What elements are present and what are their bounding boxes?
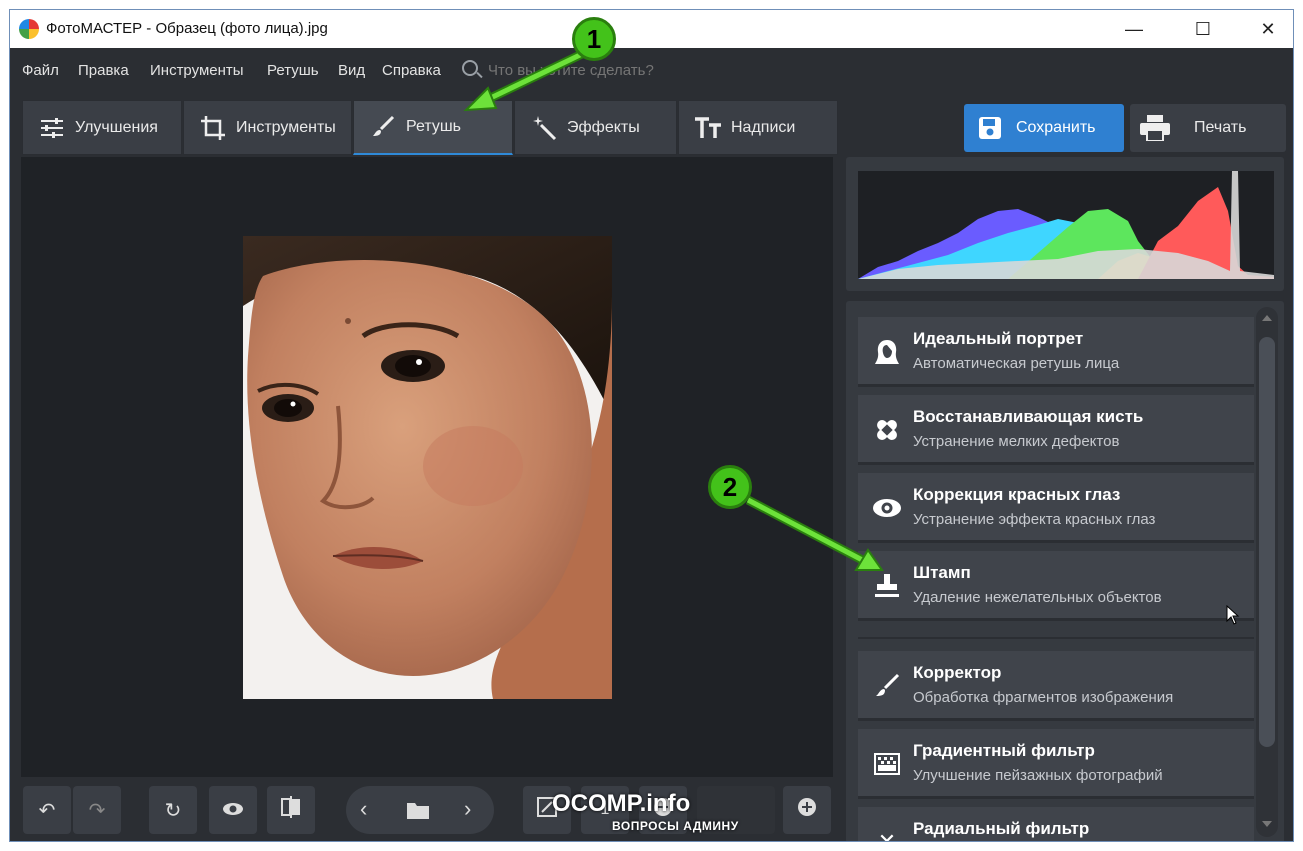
save-label: Сохранить [1016,119,1096,136]
tab-improvements[interactable]: Улучшения [22,100,182,155]
redo-icon: ↷ [88,799,106,822]
tool-subtitle: Устранение мелких дефектов [913,433,1120,450]
portrait-icon [872,337,902,367]
undo-icon: ↶ [38,799,56,822]
tab-tools[interactable]: Инструменты [183,100,352,155]
tab-effects[interactable]: Эффекты [514,100,677,155]
redo-button[interactable]: ↷ [73,786,121,834]
annotation-marker-2: 2 [708,465,752,509]
text-icon [693,116,723,140]
bandage-icon [872,415,902,445]
tool-title: Штамп [913,563,971,582]
radial-icon: ✕ [877,829,897,842]
undo-button[interactable]: ↶ [23,786,71,834]
navigation-group: ‹ › [346,786,494,834]
title-bar: ФотоМАСТЕР - Образец (фото лица).jpg — ☐… [10,10,1293,48]
printer-icon [1140,115,1170,141]
save-icon [978,116,1002,140]
gradient-icon [872,749,902,779]
scroll-thumb[interactable] [1259,337,1275,747]
print-button[interactable]: Печать [1130,104,1286,152]
tool-gradient-filter[interactable]: Градиентный фильтр Улучшение пейзажных ф… [858,729,1254,799]
histogram-panel [846,157,1284,291]
retouch-tools-list: Идеальный портрет Автоматическая ретушь … [846,301,1284,842]
brush-icon [368,115,398,139]
tool-subtitle: Удаление нежелательных объектов [913,589,1162,606]
watermark-logo: OCOMP.info [552,790,691,817]
next-image-button[interactable]: › [464,796,471,822]
tab-captions[interactable]: Надписи [678,100,838,155]
crop-icon [198,115,228,140]
rotate-button[interactable]: ↻ [149,786,197,834]
tool-subtitle: Автоматическая ретушь лица [913,355,1120,372]
menu-tools[interactable]: Инструменты [150,62,244,79]
tool-stamp[interactable]: Штамп Удаление нежелательных объектов [858,551,1254,621]
app-logo-icon [19,19,39,39]
mouse-cursor-icon [1226,604,1240,630]
histogram [858,171,1274,279]
zoom-in-button[interactable] [783,786,831,834]
minimize-button[interactable]: — [1111,10,1157,48]
window-title: ФотоМАСТЕР - Образец (фото лица).jpg [46,20,328,37]
tool-title: Идеальный портрет [913,329,1084,348]
tool-subtitle: Улучшение пейзажных фотографий [913,767,1163,784]
tool-radial-filter[interactable]: ✕ Радиальный фильтр [858,807,1254,842]
menu-retouch[interactable]: Ретушь [267,62,319,79]
tool-corrector[interactable]: Корректор Обработка фрагментов изображен… [858,651,1254,721]
scroll-down-icon[interactable] [1262,821,1272,827]
tool-red-eye[interactable]: Коррекция красных глаз Устранение эффект… [858,473,1254,543]
tab-retouch[interactable]: Ретушь [353,100,513,155]
list-divider [858,637,1254,639]
stamp-icon [872,571,902,601]
prev-image-button[interactable]: ‹ [360,796,367,822]
tab-label: Ретушь [406,118,462,135]
tool-title: Коррекция красных глаз [913,485,1121,504]
photo-canvas[interactable] [21,157,833,777]
tab-label: Эффекты [567,118,640,136]
preview-button[interactable] [209,786,257,834]
compare-icon [281,796,301,824]
menu-edit[interactable]: Правка [78,62,129,79]
tool-title: Градиентный фильтр [913,741,1095,760]
tool-subtitle: Устранение эффекта красных глаз [913,511,1156,528]
folder-icon[interactable] [406,800,430,826]
tab-label: Надписи [731,118,796,136]
save-button[interactable]: Сохранить [964,104,1124,152]
eye-icon [872,493,902,523]
zoom-in-icon [797,797,817,823]
menu-bar: Файл Правка Инструменты Ретушь Вид Справ… [10,48,1293,92]
watermark-subtitle: ВОПРОСЫ АДМИНУ [612,819,739,833]
tab-label: Инструменты [236,118,336,136]
tab-label: Улучшения [75,118,158,136]
portrait-photo [243,236,612,699]
scroll-up-icon[interactable] [1262,315,1272,321]
search-input[interactable] [488,60,688,80]
tool-ideal-portrait[interactable]: Идеальный портрет Автоматическая ретушь … [858,317,1254,387]
tool-healing-brush[interactable]: Восстанавливающая кисть Устранение мелки… [858,395,1254,465]
list-scrollbar[interactable] [1256,307,1278,837]
brush-icon [872,671,902,701]
sliders-icon [37,116,67,140]
tool-title: Радиальный фильтр [913,819,1090,838]
right-panel: Идеальный портрет Автоматическая ретушь … [844,157,1286,842]
menu-view[interactable]: Вид [338,62,365,79]
menu-file[interactable]: Файл [22,62,59,79]
search-icon [462,60,478,76]
compare-button[interactable] [267,786,315,834]
close-button[interactable]: ✕ [1245,10,1291,48]
menu-help[interactable]: Справка [382,62,441,79]
annotation-marker-1: 1 [572,17,616,61]
maximize-button[interactable]: ☐ [1180,10,1226,48]
magic-wand-icon [529,115,559,140]
rotate-icon: ↻ [164,799,182,822]
print-label: Печать [1194,119,1247,136]
app-window: ФотоМАСТЕР - Образец (фото лица).jpg — ☐… [9,9,1294,842]
tool-title: Восстанавливающая кисть [913,407,1144,426]
tool-subtitle: Обработка фрагментов изображения [913,689,1174,706]
tool-title: Корректор [913,663,1002,682]
eye-icon [222,799,244,822]
